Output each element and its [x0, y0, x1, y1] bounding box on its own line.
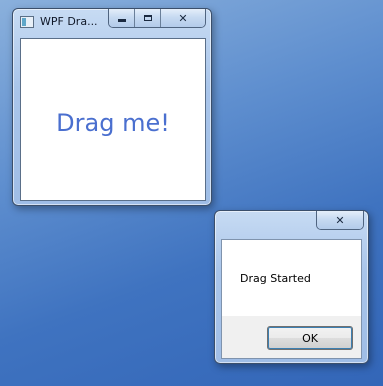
main-window: WPF Dra... ✕ Drag me! [12, 8, 212, 206]
maximize-icon [143, 15, 152, 21]
maximize-button[interactable] [135, 9, 161, 27]
main-window-content[interactable]: Drag me! [20, 38, 206, 201]
message-box-caption-buttons: ✕ [316, 211, 364, 230]
minimize-icon [117, 18, 126, 22]
ok-button[interactable]: OK [267, 326, 353, 350]
close-button[interactable]: ✕ [161, 9, 205, 27]
main-window-caption-buttons: ✕ [108, 9, 206, 28]
message-box: ✕ Drag Started OK [214, 210, 369, 364]
close-icon: ✕ [335, 213, 345, 227]
message-box-footer: OK [222, 316, 361, 358]
main-window-title: WPF Dra... [40, 15, 98, 28]
drag-me-label[interactable]: Drag me! [21, 109, 205, 137]
app-window-icon[interactable] [20, 16, 34, 28]
message-box-close-button[interactable]: ✕ [317, 211, 363, 229]
message-text: Drag Started [240, 272, 311, 285]
minimize-button[interactable] [109, 9, 135, 27]
message-box-content: Drag Started OK [221, 239, 362, 359]
close-icon: ✕ [178, 11, 188, 25]
